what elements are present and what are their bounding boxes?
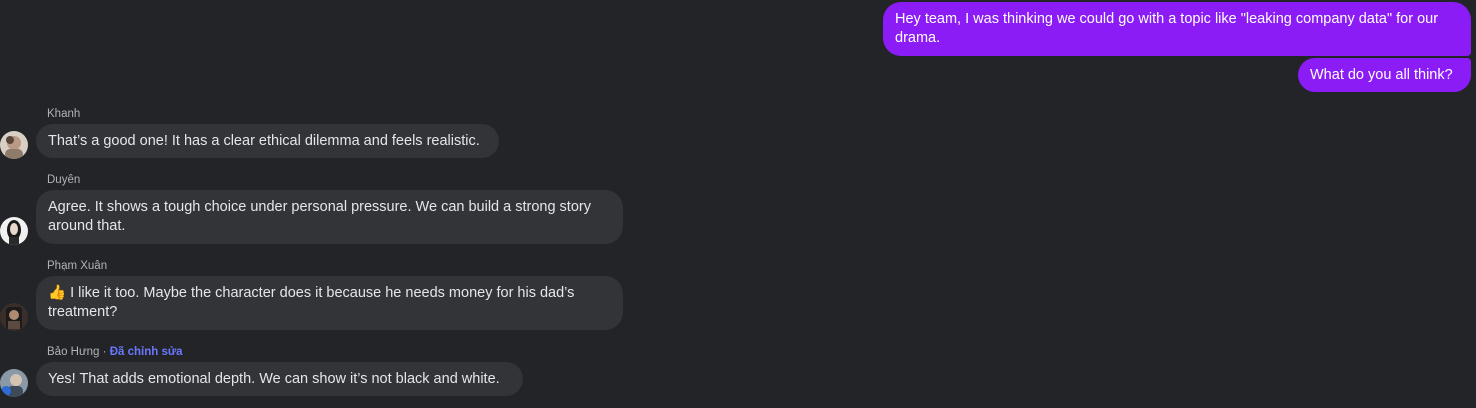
sender-name: Phạm Xuân bbox=[47, 260, 108, 272]
chat-thread: Hey team, I was thinking we could go wit… bbox=[0, 0, 1476, 408]
outgoing-message-2[interactable]: What do you all think? bbox=[1298, 58, 1471, 92]
outgoing-message-1[interactable]: Hey team, I was thinking we could go wit… bbox=[883, 2, 1471, 56]
incoming-message-pham-xuan[interactable]: 👍 I like it too. Maybe the character doe… bbox=[36, 276, 623, 330]
incoming-message-text: Agree. It shows a tough choice under per… bbox=[48, 199, 591, 234]
incoming-message-text: Yes! That adds emotional depth. We can s… bbox=[48, 371, 500, 387]
incoming-message-bao-hung[interactable]: Yes! That adds emotional depth. We can s… bbox=[36, 362, 523, 396]
outgoing-message-text: What do you all think? bbox=[1310, 67, 1453, 83]
thumbs-up-emoji: 👍 bbox=[48, 285, 67, 301]
avatar-duyen[interactable] bbox=[0, 217, 28, 245]
incoming-message-duyen[interactable]: Agree. It shows a tough choice under per… bbox=[36, 190, 623, 244]
sender-separator: · bbox=[99, 346, 110, 358]
incoming-message-text: That’s a good one! It has a clear ethica… bbox=[48, 133, 480, 149]
avatar-bao-hung[interactable] bbox=[0, 369, 28, 397]
avatar-khanh[interactable] bbox=[0, 131, 28, 159]
incoming-message-khanh[interactable]: That’s a good one! It has a clear ethica… bbox=[36, 124, 499, 158]
edited-label[interactable]: Đã chỉnh sửa bbox=[110, 346, 183, 358]
sender-name: Duyên bbox=[47, 174, 81, 186]
outgoing-message-text: Hey team, I was thinking we could go wit… bbox=[895, 11, 1439, 46]
sender-name: Bảo Hưng · Đã chỉnh sửa bbox=[47, 346, 183, 358]
sender-name: Khanh bbox=[47, 108, 81, 120]
avatar-pham-xuan[interactable] bbox=[0, 303, 28, 331]
incoming-message-text: I like it too. Maybe the character does … bbox=[48, 285, 575, 320]
